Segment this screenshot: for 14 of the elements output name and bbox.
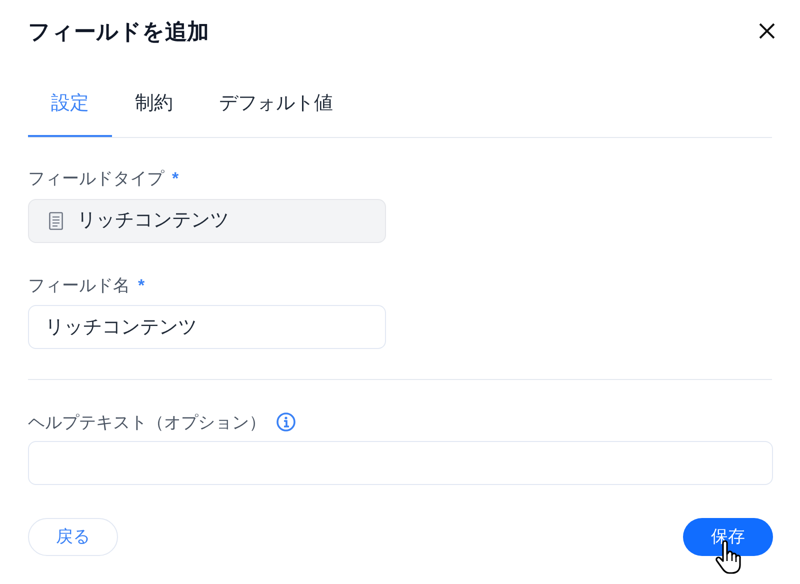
field-label: フィールド名 bbox=[28, 275, 130, 297]
document-icon bbox=[49, 212, 63, 230]
required-mark: * bbox=[172, 168, 179, 190]
field-label: ヘルプテキスト（オプション） bbox=[28, 412, 266, 434]
tab[interactable]: 設定 bbox=[28, 88, 112, 136]
dialog-title: フィールドを追加 bbox=[28, 18, 209, 46]
info-icon[interactable] bbox=[276, 412, 296, 432]
help-text-input[interactable] bbox=[28, 441, 773, 485]
tab[interactable]: 制約 bbox=[112, 88, 196, 136]
back-button[interactable]: 戻る bbox=[28, 518, 118, 556]
required-mark: * bbox=[138, 275, 145, 297]
tab[interactable]: デフォルト値 bbox=[196, 88, 356, 136]
field-name-input[interactable]: リッチコンテンツ bbox=[28, 304, 386, 348]
field-label: フィールドタイプ bbox=[28, 168, 164, 190]
